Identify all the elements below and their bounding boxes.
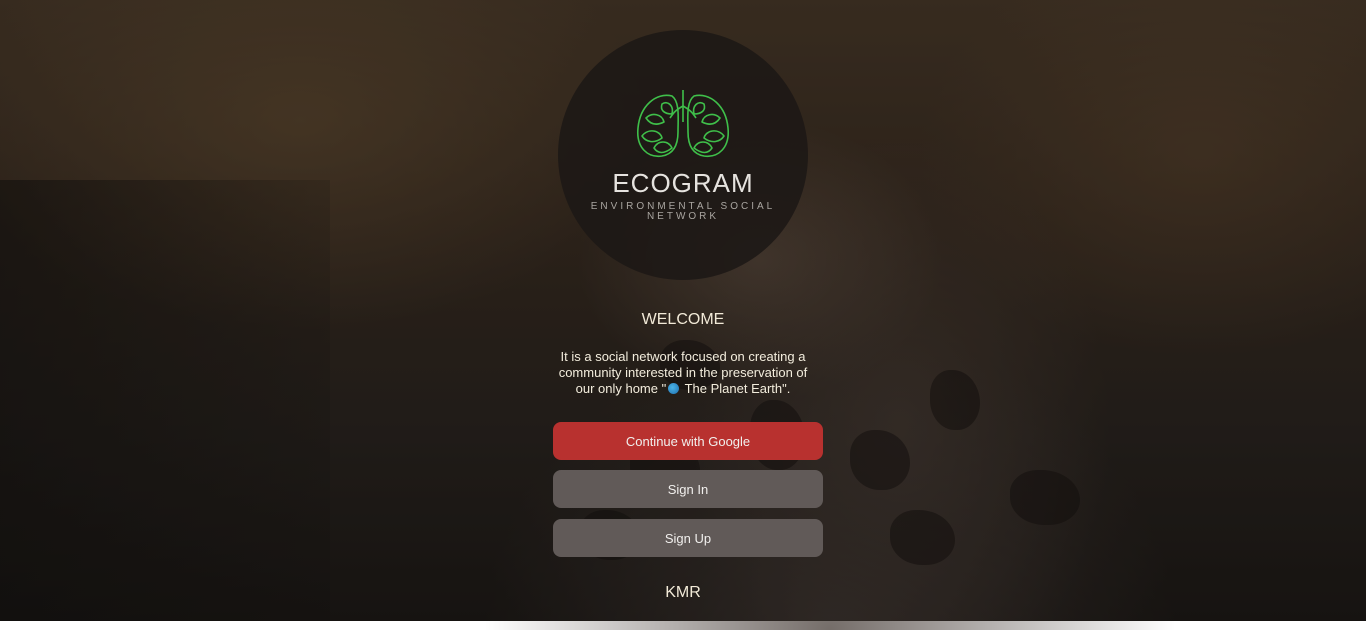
footer-credit: KMR <box>665 584 701 601</box>
welcome-heading: WELCOME <box>641 311 725 328</box>
lungs-leaf-icon <box>637 90 729 157</box>
continue-with-google-button[interactable]: Continue with Google <box>553 422 823 460</box>
welcome-description: It is a social network focused on creati… <box>553 349 813 397</box>
brand-tagline: ENVIRONMENTAL SOCIAL NETWORK <box>590 201 776 222</box>
globe-icon <box>668 383 680 394</box>
sign-up-button[interactable]: Sign Up <box>553 519 823 557</box>
brand-name: ECOGRAM <box>612 168 754 198</box>
description-text-part2: The Planet Earth". <box>681 381 791 396</box>
sign-in-button[interactable]: Sign In <box>553 470 823 508</box>
